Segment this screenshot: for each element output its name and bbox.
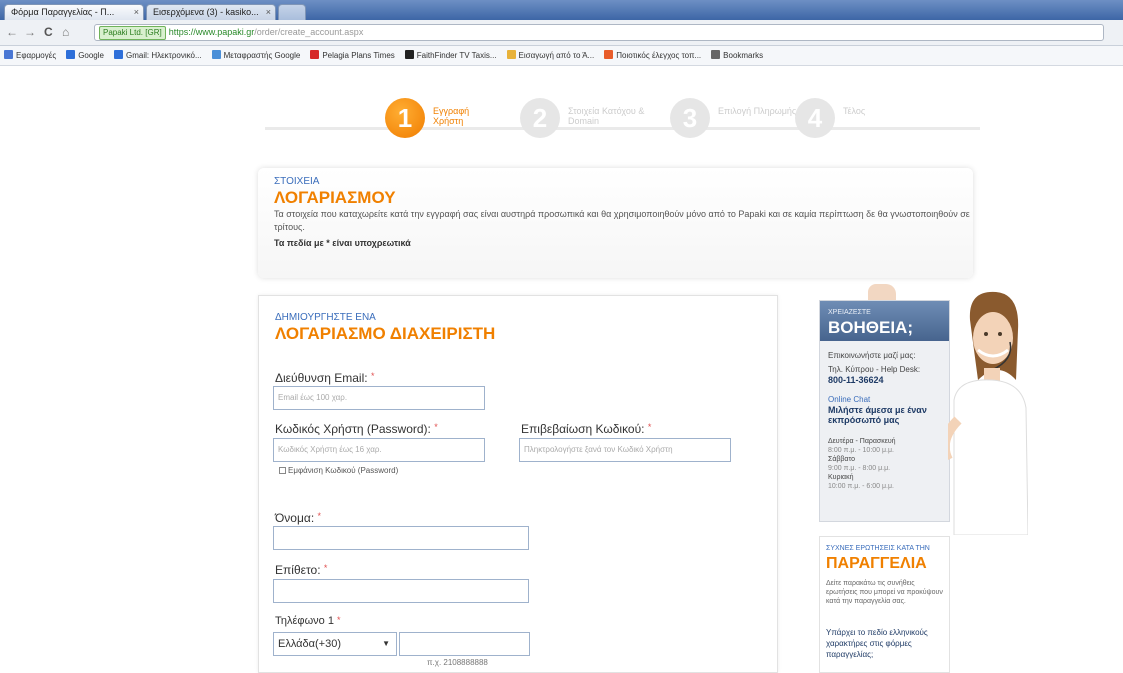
password-label: Κωδικός Χρήστη (Password): *: [275, 422, 438, 436]
step-label: Τέλος: [843, 106, 866, 116]
last-name-field[interactable]: [273, 579, 529, 603]
country-code-value: Ελλάδα(+30): [278, 638, 341, 650]
faq-link[interactable]: Υπάρχει το πεδίο ελληνικούς χαρακτήρες σ…: [826, 627, 946, 660]
bookmark-label: Gmail: Ηλεκτρονικό...: [125, 51, 202, 60]
step-label: Επιλογή Πληρωμής: [718, 106, 797, 116]
step-number: 1: [385, 98, 425, 138]
close-icon[interactable]: ×: [134, 5, 139, 20]
bookmark-item[interactable]: Pelagia Plans Times: [310, 50, 395, 60]
password-field[interactable]: Κωδικός Χρήστη έως 16 χαρ.: [273, 438, 485, 462]
form-subtitle: ΔΗΜΙΟΥΡΓΗΣΤΕ ΕΝΑ: [275, 312, 376, 323]
tab-label: Φόρμα Παραγγελίας - Π...: [11, 7, 115, 17]
help-title: ΒΟΗΘΕΙΑ;: [828, 318, 913, 337]
step-number: 4: [795, 98, 835, 138]
browser-tab-strip: Φόρμα Παραγγελίας - Π... × Εισερχόμενα (…: [0, 0, 1123, 20]
show-password-checkbox[interactable]: Εμφάνιση Κωδικού (Password): [279, 466, 398, 475]
checkbox-label: Εμφάνιση Κωδικού (Password): [288, 466, 399, 475]
back-icon[interactable]: ←: [6, 25, 18, 39]
help-subtitle: ΧΡΕΙΑΖΕΣΤΕ: [828, 309, 871, 316]
tab-label: Εισερχόμενα (3) - kasiko...: [153, 7, 259, 17]
bookmark-item[interactable]: Gmail: Ηλεκτρονικό...: [113, 50, 202, 60]
support-agent-illustration: [948, 291, 1028, 535]
browser-tab-inbox[interactable]: Εισερχόμενα (3) - kasiko... ×: [146, 4, 276, 20]
last-name-label: Επίθετο: *: [275, 563, 328, 577]
step-label: Στοιχεία Κατόχου & Domain: [568, 106, 645, 126]
bookmark-label: Εισαγωγή από το Ά...: [518, 51, 595, 60]
url-path: /order/create_account.aspx: [254, 27, 364, 37]
home-icon[interactable]: ⌂: [62, 25, 69, 39]
country-code-select[interactable]: Ελλάδα(+30) ▼: [273, 632, 397, 656]
bookmark-icon: [711, 50, 721, 59]
privacy-text: Τα στοιχεία που καταχωρείτε κατά την εγγ…: [274, 209, 970, 232]
faq-subtitle: ΣΥΧΝΕΣ ΕΡΩΤΗΣΕΙΣ ΚΑΤΑ ΤΗΝ: [826, 545, 930, 552]
steps-line: [265, 127, 980, 130]
order-progress-steps: 1 Εγγραφή Χρήστη 2 Στοιχεία Κατόχου & Do…: [255, 88, 990, 150]
first-name-field[interactable]: [273, 526, 529, 550]
bookmark-label: Μεταφραστής Google: [223, 51, 301, 60]
bookmarks-bar: Εφαρμογές Google Gmail: Ηλεκτρονικό... Μετα…: [0, 46, 1123, 66]
bookmark-icon: [4, 50, 13, 59]
section-subtitle: ΣΤΟΙΧΕΙΑ: [274, 176, 320, 187]
hours-line: 10:00 π.μ. - 6:00 μ.μ.: [828, 483, 894, 490]
bookmark-item[interactable]: Εισαγωγή από το Ά...: [506, 50, 595, 60]
phone-field[interactable]: [399, 632, 530, 656]
create-account-form: ΔΗΜΙΟΥΡΓΗΣΤΕ ΕΝΑ ΛΟΓΑΡΙΑΣΜΟ ΔΙΑΧΕΙΡΙΣΤΗ …: [258, 295, 778, 673]
bookmark-icon: [604, 50, 614, 59]
step-number: 2: [520, 98, 560, 138]
form-title: ΛΟΓΑΡΙΑΣΜΟ ΔΙΑΧΕΙΡΙΣΤΗ: [275, 324, 496, 343]
first-name-label: Όνομα: *: [275, 511, 322, 525]
bookmark-label: Google: [78, 51, 104, 60]
email-field[interactable]: Email έως 100 χαρ.: [273, 386, 485, 410]
email-label: Διεύθυνση Email: *: [275, 371, 375, 385]
url-input[interactable]: Papaki Ltd. [GR] https://www.papaki.gr/or…: [94, 24, 1104, 41]
dropdown-arrow-icon: ▼: [382, 639, 390, 648]
required-note: Τα πεδία με * είναι υποχρεωτικά: [274, 238, 411, 248]
bookmark-icon: [66, 50, 76, 59]
checkbox-icon[interactable]: [279, 467, 286, 474]
help-phone[interactable]: 800-11-36624: [828, 375, 944, 385]
close-icon[interactable]: ×: [266, 5, 271, 20]
bookmark-label: FaithFinder TV Taxis...: [416, 51, 497, 60]
new-tab-button[interactable]: [278, 4, 306, 20]
bookmark-icon: [310, 50, 320, 59]
section-title: ΛΟΓΑΡΙΑΣΜΟΥ: [274, 188, 396, 207]
help-cyprus: Τηλ. Κύπρου - Help Desk:: [828, 365, 921, 374]
phone-hint: π.χ. 2108888888: [427, 658, 488, 667]
bookmark-label: Pelagia Plans Times: [322, 51, 395, 60]
step-number: 3: [670, 98, 710, 138]
bookmark-item[interactable]: Google: [66, 50, 104, 60]
step-label: Εγγραφή Χρήστη: [433, 106, 470, 126]
bookmark-icon: [404, 50, 414, 59]
forward-icon[interactable]: →: [24, 25, 36, 39]
help-panel: ΧΡΕΙΑΖΕΣΤΕ ΒΟΗΘΕΙΑ; Επικοινωνήστε μαζί μ…: [819, 300, 950, 522]
bookmark-item[interactable]: Ποιοτικός έλεγχος τοπ...: [604, 50, 702, 60]
bookmark-icon: [113, 50, 123, 59]
bookmark-label: Ποιοτικός έλεγχος τοπ...: [616, 51, 702, 60]
bookmark-label: Bookmarks: [723, 51, 764, 60]
confirm-password-field[interactable]: Πληκτρολογήστε ξανά τον Κωδικό Χρήστη: [519, 438, 731, 462]
help-header: ΧΡΕΙΑΖΕΣΤΕ ΒΟΗΘΕΙΑ;: [820, 301, 949, 341]
help-contact: Επικοινωνήστε μαζί μας:: [828, 351, 916, 360]
confirm-password-label: Επιβεβαίωση Κωδικού: *: [521, 422, 652, 436]
faq-title: ΠΑΡΑΓΓΕΛΙΑ: [826, 555, 927, 572]
faq-panel: ΣΥΧΝΕΣ ΕΡΩΤΗΣΕΙΣ ΚΑΤΑ ΤΗΝ ΠΑΡΑΓΓΕΛΙΑ Δεί…: [819, 536, 950, 673]
account-info-panel: ΣΤΟΙΧΕΙΑ ΛΟΓΑΡΙΑΣΜΟΥ Τα στοιχεία που κατ…: [258, 168, 973, 278]
ssl-badge[interactable]: Papaki Ltd. [GR]: [99, 26, 166, 40]
online-chat-link[interactable]: Μιλήστε άμεσα με έναν εκπρόσωπό μας: [828, 405, 944, 425]
faq-intro: Δείτε παρακάτω τις συνήθεις ερωτήσεις πο…: [826, 580, 943, 605]
browser-tab-order-form[interactable]: Φόρμα Παραγγελίας - Π... ×: [4, 4, 144, 20]
bookmark-icon: [211, 50, 221, 59]
reload-icon[interactable]: C: [44, 25, 53, 39]
bookmark-item[interactable]: Εφαρμογές: [4, 50, 57, 60]
bookmark-label: Εφαρμογές: [16, 51, 57, 60]
online-chat-label: Online Chat: [828, 395, 871, 404]
bookmark-item[interactable]: FaithFinder TV Taxis...: [404, 50, 497, 60]
bookmark-item[interactable]: Μεταφραστής Google: [211, 50, 301, 60]
bookmark-icon: [506, 50, 516, 59]
phone-label: Τηλέφωνο 1 *: [275, 615, 341, 627]
address-bar-row: ← → C ⌂ Papaki Ltd. [GR] https://www.papa…: [0, 20, 1123, 46]
url-host: https://www.papaki.gr: [168, 27, 255, 37]
bookmark-item[interactable]: Bookmarks: [711, 50, 764, 60]
